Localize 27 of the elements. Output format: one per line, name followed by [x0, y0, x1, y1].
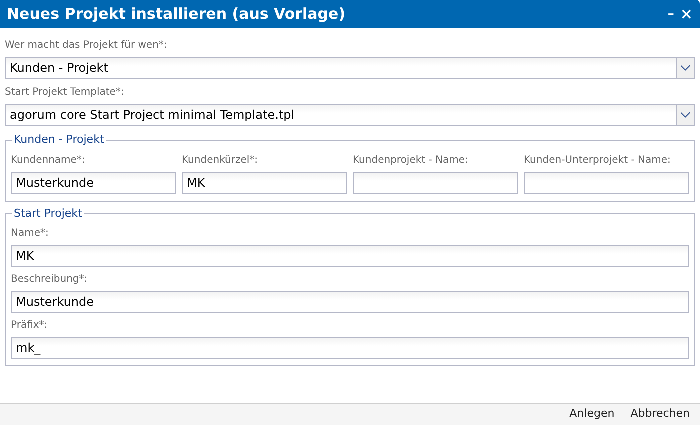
field-label: Kunden-Unterprojekt - Name: [524, 154, 672, 166]
text-field[interactable] [353, 172, 518, 194]
field-label: Kundenkürzel*: [182, 154, 260, 166]
field-label: Kundenprojekt - Name: [353, 154, 470, 166]
dialog-button[interactable]: Anlegen [570, 406, 615, 423]
text-field[interactable]: MK [11, 245, 689, 267]
field-label: Name*: [11, 228, 50, 240]
dialog-button[interactable]: Abbrechen [630, 406, 690, 423]
text-field[interactable] [524, 172, 689, 194]
text-field[interactable]: Musterkunde [11, 291, 689, 313]
text-field[interactable]: MK [182, 172, 347, 194]
close-button[interactable]: × [680, 6, 693, 22]
text-field[interactable]: mk_ [11, 337, 689, 359]
text-field[interactable]: Musterkunde [11, 172, 176, 194]
group-legend: Kunden - Projekt [12, 132, 106, 148]
dropdown-value: Kunden - Projekt [9, 60, 110, 77]
field-label: Beschreibung*: [11, 274, 89, 286]
field-label: Start Projekt Template*: [5, 87, 126, 99]
dropdown-value: agorum core Start Project minimal Template.tpl [9, 107, 296, 124]
field-label: Präfix*: [11, 320, 49, 332]
field-label: Wer macht das Projekt für wen*: [5, 40, 168, 52]
group-legend: Start Projekt [12, 206, 84, 222]
window-title: Neues Projekt installieren (aus Vorlage) [7, 4, 347, 25]
field-label: Kundenname*: [11, 154, 86, 166]
dropdown-field[interactable]: Kunden - Projekt [5, 57, 695, 79]
dropdown-field[interactable]: agorum core Start Project minimal Template.tpl [5, 104, 695, 126]
minimize-button[interactable]: – [668, 8, 674, 20]
